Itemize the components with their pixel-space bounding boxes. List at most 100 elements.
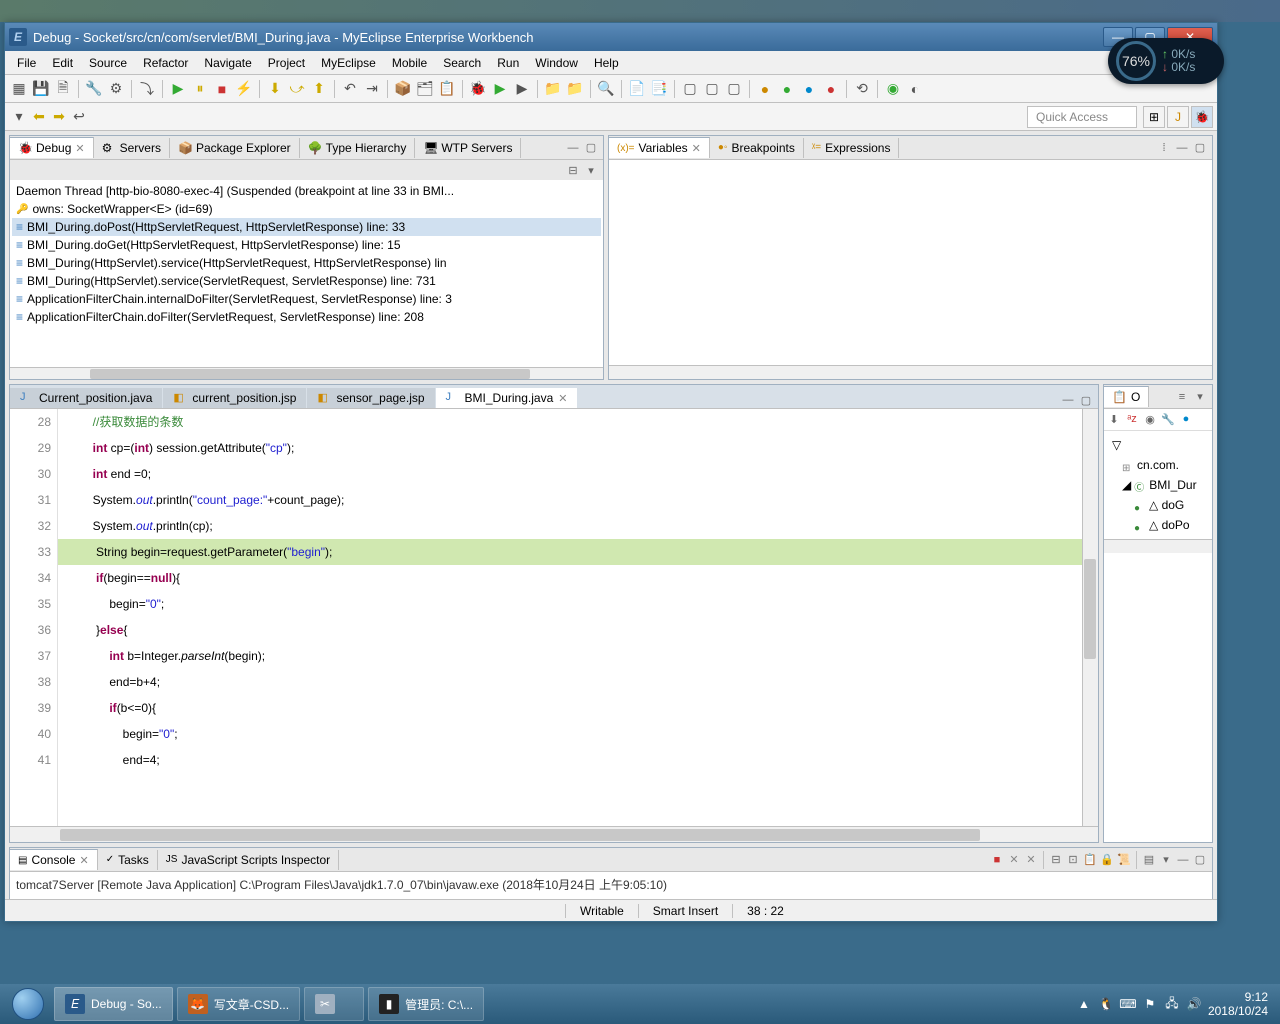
- scrollbar-horizontal[interactable]: [1104, 539, 1212, 553]
- nav-icon[interactable]: ↩: [69, 107, 89, 127]
- menu-icon[interactable]: ▾: [1192, 389, 1208, 405]
- skip-icon[interactable]: ⤵: [137, 79, 157, 99]
- tray-arrow-icon[interactable]: ▲: [1076, 996, 1092, 1012]
- back-icon[interactable]: ⬅: [29, 107, 49, 127]
- hide-nonpublic-icon[interactable]: ●: [1178, 411, 1194, 427]
- maximize-view-icon[interactable]: ▢: [583, 140, 599, 156]
- owns-line[interactable]: 🔑owns: SocketWrapper<E> (id=69): [12, 200, 601, 218]
- menu-source[interactable]: Source: [81, 53, 135, 73]
- console-tool-icon[interactable]: 🔒: [1099, 852, 1115, 868]
- console-tool-icon[interactable]: ✕: [1006, 852, 1022, 868]
- tool-icon[interactable]: ◐: [905, 79, 925, 99]
- debug-stack[interactable]: Daemon Thread [http-bio-8080-exec-4] (Su…: [10, 180, 603, 367]
- outline-item[interactable]: ◢ Ⓒ BMI_Dur: [1108, 475, 1208, 495]
- menu-mobile[interactable]: Mobile: [384, 53, 435, 73]
- tray-input-icon[interactable]: ⌨: [1120, 996, 1136, 1012]
- search-icon[interactable]: 🔍: [596, 79, 616, 99]
- tab-wtp-servers[interactable]: 🖥WTP Servers: [415, 138, 521, 158]
- editor-tab[interactable]: JBMI_During.java ✕: [436, 388, 578, 408]
- perspective-debug-icon[interactable]: 🐞: [1191, 106, 1213, 128]
- stack-frame[interactable]: ≡ BMI_During(HttpServlet).service(HttpSe…: [12, 254, 601, 272]
- sort-icon[interactable]: ≡: [1174, 389, 1190, 405]
- view-menu-icon[interactable]: ⁞: [1156, 140, 1172, 156]
- editor-body[interactable]: 2829303132333435363738394041 //获取数据的条数 i…: [10, 409, 1098, 826]
- filter-icon[interactable]: ⬇: [1106, 411, 1122, 427]
- thread-line[interactable]: Daemon Thread [http-bio-8080-exec-4] (Su…: [12, 182, 601, 200]
- run-icon[interactable]: ▶: [490, 79, 510, 99]
- save-all-icon[interactable]: 🗎: [53, 79, 73, 99]
- menu-file[interactable]: File: [9, 53, 44, 73]
- step-filter-icon[interactable]: ⇥: [362, 79, 382, 99]
- tool-icon[interactable]: ◉: [883, 79, 903, 99]
- tray-flag-icon[interactable]: ⚑: [1142, 996, 1158, 1012]
- tool-icon[interactable]: 📁: [543, 79, 563, 99]
- quick-access-input[interactable]: Quick Access: [1027, 106, 1137, 128]
- console-output[interactable]: tomcat7Server [Remote Java Application] …: [10, 872, 1212, 897]
- console-tool-icon[interactable]: 📋: [1082, 852, 1098, 868]
- scrollbar-horizontal[interactable]: [10, 367, 603, 379]
- gear-icon[interactable]: ⚙: [106, 79, 126, 99]
- outline-item[interactable]: ● △ doPo: [1108, 515, 1208, 535]
- console-tool-icon[interactable]: ⊟: [1048, 852, 1064, 868]
- editor-tab[interactable]: ◧current_position.jsp: [163, 388, 306, 408]
- menu-help[interactable]: Help: [586, 53, 627, 73]
- stack-frame[interactable]: ≡ ApplicationFilterChain.internalDoFilte…: [12, 290, 601, 308]
- outline-item[interactable]: ▽: [1108, 435, 1208, 455]
- titlebar[interactable]: E Debug - Socket/src/cn/com/servlet/BMI_…: [5, 23, 1217, 51]
- tab-debug[interactable]: 🐞Debug ✕: [10, 137, 94, 158]
- menu-navigate[interactable]: Navigate: [196, 53, 259, 73]
- step-over-icon[interactable]: ⤻: [287, 79, 307, 99]
- tool-icon[interactable]: ●: [799, 79, 819, 99]
- terminate-icon[interactable]: ■: [212, 79, 232, 99]
- step-into-icon[interactable]: ⬇: [265, 79, 285, 99]
- maximize-view-icon[interactable]: ▢: [1078, 392, 1094, 408]
- disconnect-icon[interactable]: ⚡: [234, 79, 254, 99]
- perspective-open-icon[interactable]: ⊞: [1143, 106, 1165, 128]
- tool-icon[interactable]: 🔧: [84, 79, 104, 99]
- stack-frame[interactable]: ≡ ApplicationFilterChain.doFilter(Servle…: [12, 308, 601, 326]
- tab-type-hierarchy[interactable]: 🌳Type Hierarchy: [300, 138, 416, 158]
- tab-javascript-scripts-inspector[interactable]: JS JavaScript Scripts Inspector: [158, 850, 339, 870]
- suspend-icon[interactable]: ⏸: [190, 79, 210, 99]
- tab-variables[interactable]: (x)= Variables ✕: [609, 137, 710, 158]
- menu-icon[interactable]: ▾: [583, 162, 599, 178]
- tab-package-explorer[interactable]: 📦Package Explorer: [170, 138, 300, 158]
- scrollbar-horizontal[interactable]: [10, 826, 1098, 842]
- minimize-view-icon[interactable]: —: [1174, 140, 1190, 156]
- start-button[interactable]: [4, 986, 52, 1022]
- menu-project[interactable]: Project: [260, 53, 313, 73]
- console-tool-icon[interactable]: ✕: [1023, 852, 1039, 868]
- outline-item[interactable]: ⊞ cn.com.: [1108, 455, 1208, 475]
- tool-icon[interactable]: 📋: [437, 79, 457, 99]
- debug-icon[interactable]: 🐞: [468, 79, 488, 99]
- tool-icon[interactable]: 📄: [627, 79, 647, 99]
- console-tool-icon[interactable]: ⊡: [1065, 852, 1081, 868]
- sort-az-icon[interactable]: ᵃz: [1124, 411, 1140, 427]
- stack-frame[interactable]: ≡ BMI_During.doPost(HttpServletRequest, …: [12, 218, 601, 236]
- hide-static-icon[interactable]: 🔧: [1160, 411, 1176, 427]
- tool-icon[interactable]: ●: [755, 79, 775, 99]
- editor-tab[interactable]: ◧sensor_page.jsp: [307, 388, 434, 408]
- tray-volume-icon[interactable]: 🔊: [1186, 996, 1202, 1012]
- tab-servers[interactable]: ⚙Servers: [94, 138, 170, 158]
- variables-body[interactable]: [609, 160, 1212, 365]
- line-gutter[interactable]: 2829303132333435363738394041: [10, 409, 58, 826]
- tray-app-icon[interactable]: 🐧: [1098, 996, 1114, 1012]
- new-icon[interactable]: ▦: [9, 79, 29, 99]
- menu-search[interactable]: Search: [435, 53, 489, 73]
- scrollbar-horizontal[interactable]: [609, 365, 1212, 379]
- taskbar-clock[interactable]: 9:12 2018/10/24: [1208, 990, 1268, 1018]
- editor-tab[interactable]: JCurrent_position.java: [10, 388, 162, 408]
- console-tool-icon[interactable]: ▤: [1141, 852, 1157, 868]
- tool-icon[interactable]: 📦: [393, 79, 413, 99]
- resume-icon[interactable]: ▶: [168, 79, 188, 99]
- stack-frame[interactable]: ≡ BMI_During(HttpServlet).service(Servle…: [12, 272, 601, 290]
- minimize-view-icon[interactable]: —: [1060, 392, 1076, 408]
- tab-outline[interactable]: 📋 O: [1104, 386, 1149, 407]
- code-area[interactable]: //获取数据的条数 int cp=(int) session.getAttrib…: [58, 409, 1098, 826]
- tool-icon[interactable]: ●: [777, 79, 797, 99]
- network-monitor-widget[interactable]: 76% ↑ 0K/s ↓ 0K/s: [1108, 38, 1224, 84]
- menu-window[interactable]: Window: [527, 53, 586, 73]
- outline-item[interactable]: ● △ doG: [1108, 495, 1208, 515]
- save-icon[interactable]: 💾: [31, 79, 51, 99]
